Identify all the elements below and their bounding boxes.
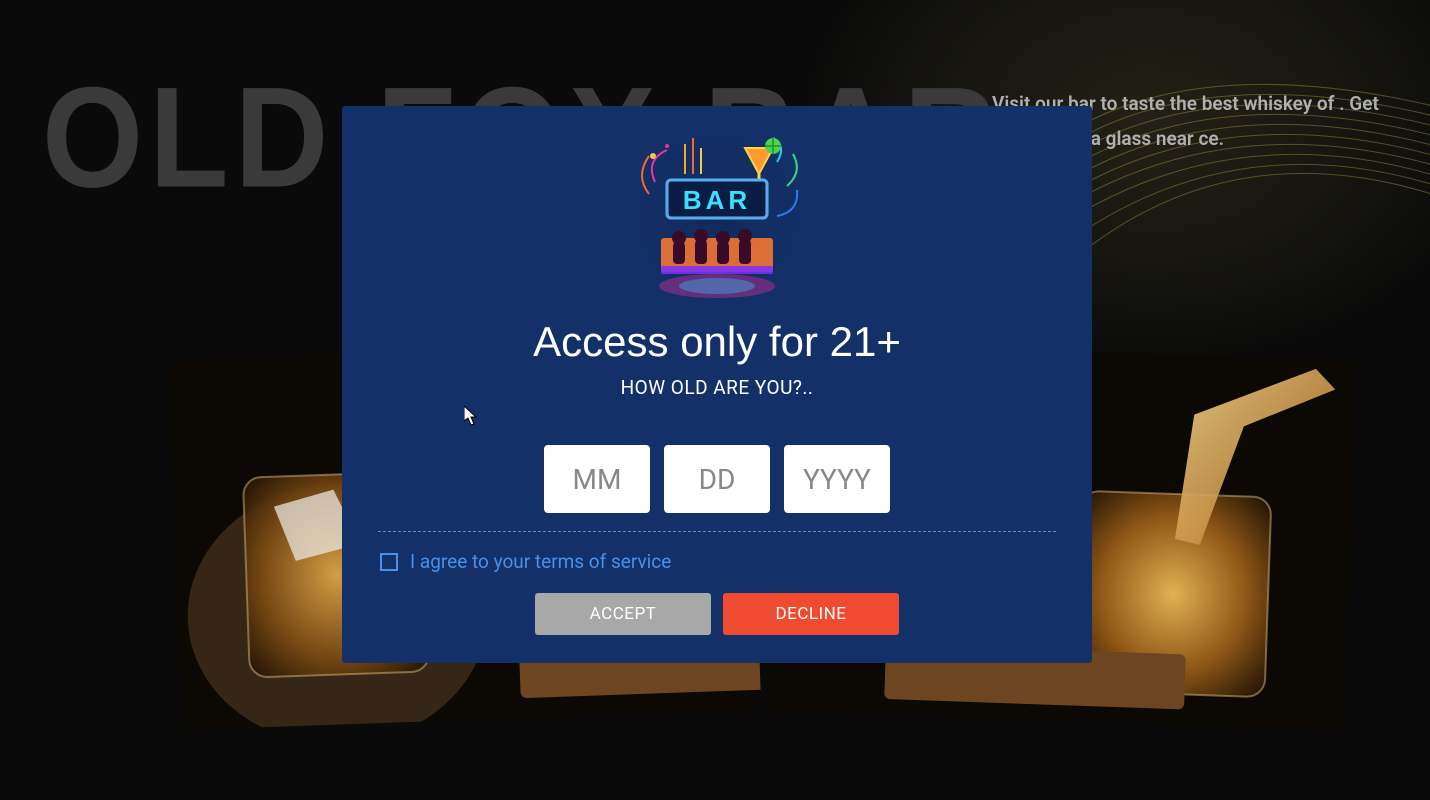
month-input[interactable]	[544, 445, 650, 513]
terms-label[interactable]: I agree to your terms of service	[410, 550, 671, 573]
accept-button[interactable]: ACCEPT	[535, 593, 711, 635]
dob-input-row	[378, 445, 1056, 513]
day-input[interactable]	[664, 445, 770, 513]
year-input[interactable]	[784, 445, 890, 513]
terms-checkbox[interactable]	[380, 553, 398, 571]
terms-row: I agree to your terms of service	[378, 550, 1056, 573]
age-gate-modal: BAR Access only for 21+ HOW OLD ARE YOU?…	[342, 106, 1092, 663]
svg-text:BAR: BAR	[683, 185, 751, 215]
divider	[378, 531, 1056, 532]
modal-overlay: BAR Access only for 21+ HOW OLD ARE YOU?…	[0, 0, 1430, 800]
decline-button[interactable]: DECLINE	[723, 593, 899, 635]
modal-title: Access only for 21+	[354, 318, 1080, 366]
bar-logo-icon: BAR	[627, 126, 807, 306]
button-row: ACCEPT DECLINE	[378, 593, 1056, 635]
modal-subtitle: HOW OLD ARE YOU?..	[354, 376, 1080, 399]
